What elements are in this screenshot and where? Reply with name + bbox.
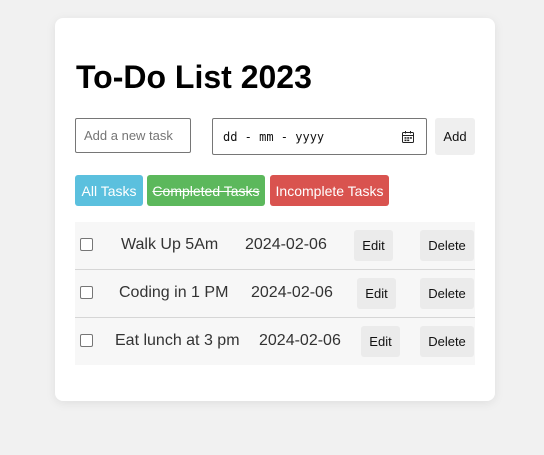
task-list: Walk Up 5Am 2024-02-06 Edit Delete Codin… [75,222,475,365]
calendar-icon[interactable] [401,130,415,144]
edit-task-button[interactable]: Edit [357,278,396,309]
date-placeholder: dd - mm - yyyy [223,130,325,144]
task-checkbox[interactable] [80,334,93,347]
delete-task-button[interactable]: Delete [420,278,474,309]
task-name: Coding in 1 PM [119,284,229,301]
task-input[interactable] [75,118,191,153]
task-name: Walk Up 5Am [121,236,219,253]
all-tasks-button[interactable]: All Tasks [75,175,143,206]
completed-tasks-button[interactable]: Completed Tasks [147,175,265,206]
task-row: Eat lunch at 3 pm 2024-02-06 Edit Delete [75,318,475,366]
task-date: 2024-02-06 [259,332,341,349]
edit-task-button[interactable]: Edit [361,326,400,357]
todo-card: To-Do List 2023 dd - mm - yyyy Add All T… [55,18,495,401]
add-task-button[interactable]: Add [435,118,475,155]
task-date: 2024-02-06 [245,236,327,253]
task-name: Eat lunch at 3 pm [115,332,240,349]
delete-task-button[interactable]: Delete [420,326,474,357]
incomplete-tasks-button[interactable]: Incomplete Tasks [270,175,389,206]
task-row: Walk Up 5Am 2024-02-06 Edit Delete [75,222,475,270]
task-checkbox[interactable] [80,286,93,299]
task-row: Coding in 1 PM 2024-02-06 Edit Delete [75,270,475,318]
page-title: To-Do List 2023 [76,59,312,95]
edit-task-button[interactable]: Edit [354,230,393,261]
task-checkbox[interactable] [80,238,93,251]
task-date: 2024-02-06 [251,284,333,301]
date-input[interactable]: dd - mm - yyyy [212,118,427,155]
delete-task-button[interactable]: Delete [420,230,474,261]
